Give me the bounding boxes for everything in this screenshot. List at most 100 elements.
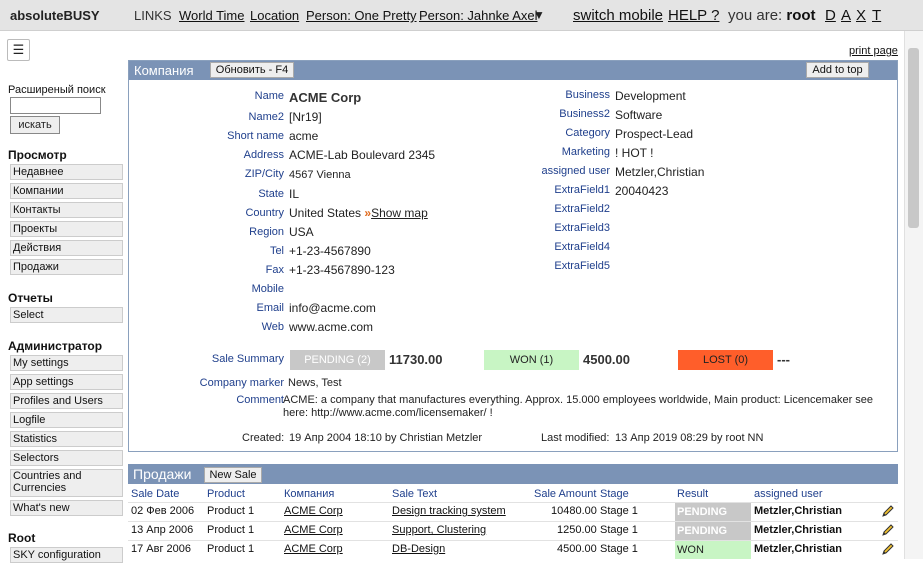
created-value: 19 Апр 2004 18:10 by Christian Metzler	[289, 432, 483, 444]
col-header-stage[interactable]: Stage	[600, 488, 629, 500]
field-value-extrafield1: 20040423	[615, 184, 669, 198]
field-value-region: USA	[289, 225, 314, 239]
row-divider	[128, 521, 898, 522]
modified-value: 13 Апр 2019 08:29 by root NN	[615, 432, 764, 444]
sidebar-item-selectors[interactable]: Selectors	[10, 450, 123, 466]
country-name: United States	[289, 206, 362, 220]
sidebar-item-projects[interactable]: Проекты	[10, 221, 123, 237]
field-label-country: Country	[245, 207, 284, 219]
field-label-address: Address	[243, 149, 284, 161]
field-value-email[interactable]: info@acme.com	[289, 301, 376, 315]
add-to-top-button[interactable]: Add to top	[806, 62, 869, 78]
field-label-extrafield5: ExtraField5	[554, 260, 610, 272]
row-1-result-badge: PENDING	[675, 503, 751, 521]
refresh-button[interactable]: Обновить - F4	[210, 62, 294, 78]
col-header-result[interactable]: Result	[677, 488, 708, 500]
lost-summary-badge[interactable]: LOST (0)	[678, 350, 773, 370]
app-logo[interactable]: absoluteBUSY	[10, 8, 100, 23]
edit-pencil-icon[interactable]	[881, 542, 895, 556]
company-panel-header: Компания Обновить - F4 Add to top	[129, 61, 897, 80]
field-value-category: Prospect-Lead	[615, 127, 694, 141]
new-sale-button[interactable]: New Sale	[204, 467, 262, 483]
pending-summary-badge[interactable]: PENDING (2)	[290, 350, 385, 370]
field-value-business: Development	[615, 89, 686, 103]
field-value-name2: [Nr19]	[289, 110, 322, 124]
letter-d-link[interactable]: D	[825, 7, 836, 24]
link-location[interactable]: Location	[250, 8, 299, 23]
print-page-link[interactable]: print page	[849, 45, 898, 57]
sidebar-item-sky-configuration[interactable]: SKY configuration	[10, 547, 123, 563]
sidebar-item-logfile[interactable]: Logfile	[10, 412, 123, 428]
row-2-product: Product 1	[207, 524, 255, 536]
sidebar-item-countries-currencies[interactable]: Countries and Currencies	[10, 469, 123, 497]
won-summary-badge[interactable]: WON (1)	[484, 350, 579, 370]
row-2-company-link[interactable]: ACME Corp	[284, 524, 343, 536]
col-header-sale-text[interactable]: Sale Text	[392, 488, 437, 500]
letter-t-link[interactable]: T	[872, 7, 881, 24]
col-header-product[interactable]: Product	[207, 488, 245, 500]
field-label-tel: Tel	[269, 245, 284, 257]
sidebar-item-whats-new[interactable]: What's new	[10, 500, 123, 516]
section-title-root: Root	[8, 531, 36, 545]
field-label-extrafield4: ExtraField4	[554, 241, 610, 253]
letter-x-link[interactable]: X	[856, 7, 866, 24]
sidebar-item-select[interactable]: Select	[10, 307, 123, 323]
search-button[interactable]: искать	[10, 116, 60, 134]
field-label-zip-city: ZIP/City	[244, 168, 284, 180]
row-1-text-link[interactable]: Design tracking system	[392, 505, 506, 517]
company-panel-title: Компания	[134, 63, 194, 78]
link-person-one-pretty[interactable]: Person: One Pretty	[306, 8, 417, 23]
sales-panel-header: Продажи New Sale	[128, 464, 898, 484]
lost-summary-value: ---	[777, 352, 790, 367]
sidebar-item-actions[interactable]: Действия	[10, 240, 123, 256]
row-3-text-link[interactable]: DB-Design	[392, 543, 445, 555]
field-value-short-name: acme	[289, 129, 319, 143]
section-title-view: Просмотр	[8, 148, 67, 162]
field-value-marketing: ! HOT !	[615, 146, 654, 160]
sidebar-item-sales[interactable]: Продажи	[10, 259, 123, 275]
col-header-company[interactable]: Компания	[284, 488, 334, 500]
field-value-country: United States »Show map	[289, 206, 428, 220]
letter-a-link[interactable]: A	[841, 7, 851, 24]
advanced-search-label[interactable]: Расширеный поиск	[8, 84, 106, 96]
row-3-amount: 4500.00	[557, 543, 597, 555]
row-divider	[128, 540, 898, 541]
link-person-jahnke-axel[interactable]: Person: Jahnke Axel	[419, 8, 538, 23]
field-label-assigned-user: assigned user	[541, 165, 611, 177]
sidebar-item-companies[interactable]: Компании	[10, 183, 123, 199]
field-label-name: Name	[254, 90, 284, 102]
field-value-business2: Software	[615, 108, 663, 122]
company-marker-value: News, Test	[288, 377, 342, 389]
sidebar-item-profiles-users[interactable]: Profiles and Users	[10, 393, 123, 409]
field-value-web[interactable]: www.acme.com	[289, 320, 373, 334]
col-header-sale-date[interactable]: Sale Date	[131, 488, 179, 500]
edit-pencil-icon[interactable]	[881, 523, 895, 537]
row-2-text-link[interactable]: Support, Clustering	[392, 524, 486, 536]
sidebar-item-app-settings[interactable]: App settings	[10, 374, 123, 390]
row-3-company-link[interactable]: ACME Corp	[284, 543, 343, 555]
edit-pencil-icon[interactable]	[881, 504, 895, 518]
field-label-extrafield2: ExtraField2	[554, 203, 610, 215]
row-1-company-link[interactable]: ACME Corp	[284, 505, 343, 517]
row-1-user: Metzler,Christian	[754, 505, 843, 517]
sidebar-item-my-settings[interactable]: My settings	[10, 355, 123, 371]
company-marker-label: Company marker	[199, 377, 284, 389]
search-input[interactable]	[10, 97, 101, 114]
row-3-result-badge: WON	[675, 541, 751, 559]
field-value-assigned-user: Metzler,Christian	[615, 165, 705, 179]
help-link[interactable]: HELP ?	[668, 7, 719, 24]
sidebar-item-contacts[interactable]: Контакты	[10, 202, 123, 218]
col-header-sale-amount[interactable]: Sale Amount	[534, 488, 596, 500]
sidebar-item-recent[interactable]: Недавнее	[10, 164, 123, 180]
menu-icon[interactable]: ☰	[7, 39, 30, 61]
show-map-link[interactable]: Show map	[371, 206, 428, 220]
row-1-stage: Stage 1	[600, 505, 638, 517]
link-world-time[interactable]: World Time	[179, 8, 245, 23]
field-label-fax: Fax	[265, 264, 284, 276]
scrollbar-thumb[interactable]	[908, 48, 919, 228]
sidebar-item-statistics[interactable]: Statistics	[10, 431, 123, 447]
field-value-zip-city: 4567 Vienna	[289, 169, 351, 181]
col-header-assigned-user[interactable]: assigned user	[754, 488, 823, 500]
switch-mobile-link[interactable]: switch mobile	[573, 7, 663, 24]
links-dropdown-icon[interactable]: ▼	[533, 8, 545, 22]
